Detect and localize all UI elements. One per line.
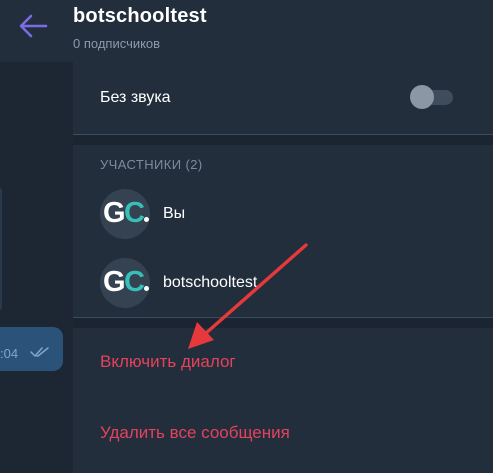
chat-area: :04 <box>0 62 73 473</box>
avatar: GC <box>100 258 150 308</box>
chat-header: botschooltest 0 подписчиков <box>0 0 493 62</box>
section-divider <box>73 135 493 145</box>
mute-row[interactable]: Без звука <box>73 62 493 134</box>
member-name: botschooltest <box>163 274 258 291</box>
delete-all-messages-button[interactable]: Удалить все сообщения <box>100 423 290 443</box>
arrow-left-icon[interactable] <box>18 13 48 39</box>
incoming-message-bubble <box>0 186 2 312</box>
message-time: :04 <box>0 346 19 361</box>
mute-toggle-knob[interactable] <box>410 85 434 109</box>
section-divider <box>73 318 493 328</box>
member-row-you[interactable]: GC Вы <box>73 189 493 251</box>
mute-label: Без звука <box>100 89 171 106</box>
member-name: Вы <box>163 205 186 222</box>
member-row-bot[interactable]: GC botschooltest <box>73 258 493 320</box>
double-check-icon <box>30 347 49 357</box>
channel-info-panel: Без звука УЧАСТНИКИ (2) GC Вы GC botscho… <box>73 62 493 473</box>
channel-title: botschooltest <box>73 5 207 27</box>
avatar: GC <box>100 189 150 239</box>
enable-dialog-button[interactable]: Включить диалог <box>100 352 236 372</box>
subscriber-count: 0 подписчиков <box>73 36 161 51</box>
members-section-title: УЧАСТНИКИ (2) <box>100 157 203 172</box>
